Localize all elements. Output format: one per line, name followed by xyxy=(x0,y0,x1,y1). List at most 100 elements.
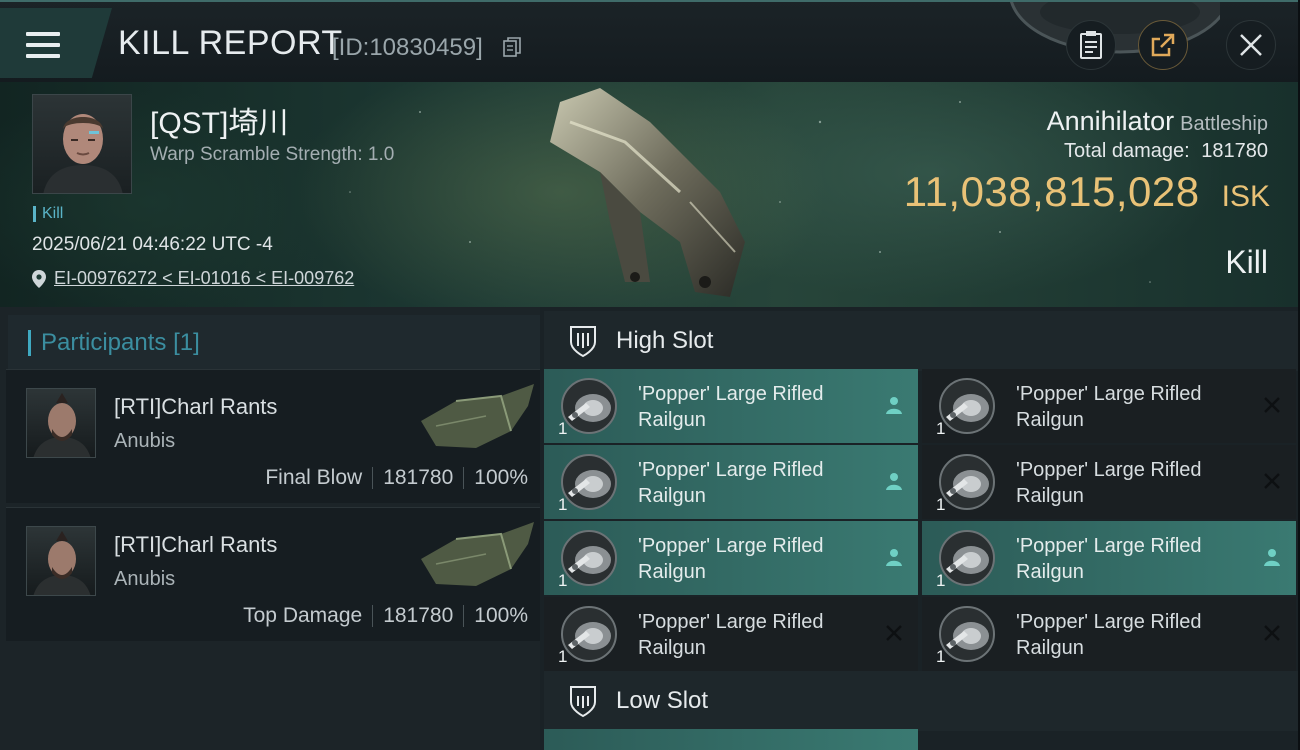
destroyed-x-icon xyxy=(1264,625,1280,641)
participant-ship-image xyxy=(421,522,534,586)
participants-panel: Participants [1] [RTI]Charl Rants Anubis… xyxy=(0,307,540,750)
participants-count: [1] xyxy=(173,329,200,356)
share-icon xyxy=(1151,33,1175,57)
module-tile[interactable]: 1 'Popper' Large Rifled Railgun xyxy=(544,521,918,595)
fitted-pilot-icon xyxy=(886,473,902,490)
low-slot-module-partial[interactable] xyxy=(544,729,918,750)
low-slot-icon xyxy=(570,686,596,718)
module-name-line2: Railgun xyxy=(1016,561,1084,583)
location-path[interactable]: EI-00976272 < EI-01016 < EI-009762 xyxy=(54,268,354,289)
railgun-icon xyxy=(561,530,617,586)
destroyed-x-icon xyxy=(1264,473,1280,489)
kill-summary: [QST]埼川 Warp Scramble Strength: 1.0 Kill… xyxy=(0,82,1300,307)
warp-scramble-strength: Warp Scramble Strength: 1.0 xyxy=(150,144,395,165)
participant-ship-image xyxy=(421,384,534,448)
participants-label: Participants [1] xyxy=(41,329,200,356)
fitted-pilot-icon xyxy=(886,549,902,566)
top-bar: KILL REPORT [ID:10830459] xyxy=(0,0,1300,82)
kill-tag: Kill xyxy=(33,206,63,222)
module-name: 'Popper' Large Rifled Railgun xyxy=(1016,381,1246,433)
module-quantity: 1 xyxy=(558,419,568,438)
ship-name[interactable]: Annihilator xyxy=(1047,106,1175,136)
clipboard-button[interactable] xyxy=(1066,20,1116,70)
module-tile[interactable]: 1 'Popper' Large Rifled Railgun xyxy=(544,597,918,671)
module-name-line2: Railgun xyxy=(638,485,706,507)
module-name: 'Popper' Large Rifled Railgun xyxy=(1016,609,1246,661)
participant-damage: 181780 xyxy=(383,604,454,627)
participant-damage: 181780 xyxy=(383,466,454,489)
participant-stats: Top Damage 181780 100% xyxy=(243,604,528,628)
hamburger-menu-icon[interactable] xyxy=(26,32,60,60)
participant-avatar[interactable] xyxy=(26,388,96,458)
high-slot-header: High Slot xyxy=(544,311,1300,371)
participant-percent: 100% xyxy=(474,604,528,627)
railgun-icon xyxy=(561,606,617,662)
module-quantity: 1 xyxy=(558,495,568,514)
destroyed-x-icon xyxy=(886,625,902,641)
module-name-line1: 'Popper' Large Rifled xyxy=(1016,535,1202,557)
low-slot-label: Low Slot xyxy=(616,687,709,714)
module-quantity: 1 xyxy=(558,571,568,590)
module-quantity: 1 xyxy=(558,647,568,666)
module-tile[interactable]: 1 'Popper' Large Rifled Railgun xyxy=(544,445,918,519)
participant-role: Final Blow xyxy=(265,466,363,489)
module-name-line1: 'Popper' Large Rifled xyxy=(1016,383,1202,405)
module-quantity: 1 xyxy=(936,495,946,514)
module-name-line2: Railgun xyxy=(638,637,706,659)
participant-role: Top Damage xyxy=(243,604,363,627)
module-tile[interactable]: 1 'Popper' Large Rifled Railgun xyxy=(544,369,918,443)
railgun-icon xyxy=(561,378,617,434)
total-damage-value: 181780 xyxy=(1201,140,1268,162)
module-name: 'Popper' Large Rifled Railgun xyxy=(1016,457,1246,509)
location-pin-icon xyxy=(32,269,46,288)
module-name-line1: 'Popper' Large Rifled xyxy=(638,535,824,557)
participant-percent: 100% xyxy=(474,466,528,489)
module-name: 'Popper' Large Rifled Railgun xyxy=(638,609,868,661)
module-name-line1: 'Popper' Large Rifled xyxy=(638,611,824,633)
kill-id: [ID:10830459] xyxy=(332,34,483,61)
railgun-icon xyxy=(561,454,617,510)
participant-name[interactable]: [RTI]Charl Rants xyxy=(114,394,277,420)
victim-name[interactable]: [QST]埼川 xyxy=(150,98,288,142)
module-tile[interactable]: 1 'Popper' Large Rifled Railgun xyxy=(922,445,1296,519)
participant-row[interactable]: [RTI]Charl Rants Anubis Top Damage 18178… xyxy=(6,507,540,641)
menu-tab[interactable] xyxy=(0,8,112,78)
close-button[interactable] xyxy=(1226,20,1276,70)
module-name-line1: 'Popper' Large Rifled xyxy=(638,383,824,405)
module-name-line2: Railgun xyxy=(1016,485,1084,507)
module-quantity: 1 xyxy=(936,419,946,438)
kill-location[interactable]: EI-00976272 < EI-01016 < EI-009762 xyxy=(32,268,354,289)
victim-portrait[interactable] xyxy=(32,94,132,194)
isk-unit: ISK xyxy=(1221,180,1270,213)
module-tile[interactable]: 1 'Popper' Large Rifled Railgun xyxy=(922,369,1296,443)
fitted-pilot-icon xyxy=(1264,549,1280,566)
total-damage-label: Total damage: xyxy=(1064,140,1190,162)
railgun-icon xyxy=(939,606,995,662)
module-name-line1: 'Popper' Large Rifled xyxy=(1016,611,1202,633)
module-name-line2: Railgun xyxy=(1016,637,1084,659)
close-icon xyxy=(1240,34,1262,56)
participant-stats: Final Blow 181780 100% xyxy=(265,466,528,490)
participant-name[interactable]: [RTI]Charl Rants xyxy=(114,532,277,558)
module-name: 'Popper' Large Rifled Railgun xyxy=(1016,533,1246,585)
module-tile[interactable]: 1 'Popper' Large Rifled Railgun xyxy=(922,521,1296,595)
copy-icon[interactable] xyxy=(503,37,521,57)
low-slot-header: Low Slot xyxy=(544,671,1300,731)
participant-row[interactable]: [RTI]Charl Rants Anubis Final Blow 18178… xyxy=(6,369,540,503)
module-name-line1: 'Popper' Large Rifled xyxy=(638,459,824,481)
page-title: KILL REPORT xyxy=(118,24,343,62)
total-damage: Total damage: 181780 xyxy=(1064,140,1268,163)
high-slot-label: High Slot xyxy=(616,327,714,354)
isk-loss: 11,038,815,028 ISK xyxy=(904,168,1270,216)
module-name: 'Popper' Large Rifled Railgun xyxy=(638,533,868,585)
participant-avatar[interactable] xyxy=(26,526,96,596)
fitted-pilot-icon xyxy=(886,397,902,414)
module-name-line1: 'Popper' Large Rifled xyxy=(1016,459,1202,481)
clipboard-icon xyxy=(1080,31,1102,59)
module-tile[interactable]: 1 'Popper' Large Rifled Railgun xyxy=(922,597,1296,671)
kill-datetime: 2025/06/21 04:46:22 UTC -4 xyxy=(32,234,273,255)
share-button[interactable] xyxy=(1138,20,1188,70)
high-slot-icon xyxy=(570,326,596,358)
participant-ship: Anubis xyxy=(114,568,176,590)
header-accent-bar xyxy=(28,330,31,356)
